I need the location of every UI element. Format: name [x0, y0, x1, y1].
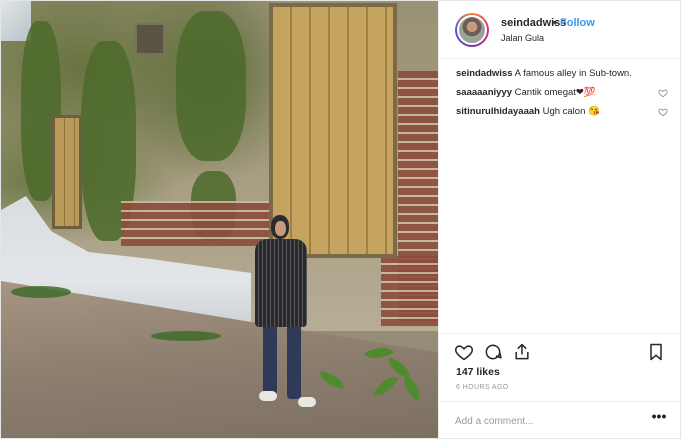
- follow-button[interactable]: Follow: [560, 17, 595, 29]
- comment-item: saaaaaniyyy Cantik omegat❤💯: [456, 87, 668, 99]
- comment-username[interactable]: sitinurulhidayaaah: [456, 106, 540, 117]
- photo-moss: [176, 11, 246, 161]
- more-options-icon[interactable]: •••: [649, 409, 669, 428]
- photo-person-body: [255, 239, 307, 327]
- heart-icon[interactable]: [658, 88, 668, 98]
- photo-person-face: [275, 221, 286, 236]
- share-icon[interactable]: [512, 342, 532, 362]
- photo-person-leg: [263, 323, 277, 395]
- likes-count[interactable]: 147 likes: [456, 366, 500, 378]
- post-photo[interactable]: [1, 1, 438, 438]
- photo-person-leg: [287, 323, 301, 399]
- photo-bricks: [121, 201, 271, 246]
- photo-large-wooden-window: [269, 3, 397, 258]
- comment-username[interactable]: saaaaaniyyy: [456, 87, 512, 98]
- heart-icon[interactable]: [658, 107, 668, 117]
- comment-text: Ugh calon 😘: [542, 106, 600, 117]
- photo-grass: [11, 286, 71, 298]
- comments-list: seindadwiss A famous alley in Sub-town. …: [456, 68, 668, 125]
- photo-person-shoe: [259, 391, 277, 401]
- comment-text: Cantik omegat❤💯: [514, 87, 596, 98]
- comment-item: sitinurulhidayaaah Ugh calon 😘: [456, 106, 668, 118]
- photo-bricks: [381, 256, 438, 326]
- post-header: seindadwiss • Follow Jalan Gula: [439, 1, 680, 59]
- caption-username[interactable]: seindadwiss: [456, 68, 513, 79]
- photo-grass: [151, 331, 221, 341]
- photo-small-wooden-window: [52, 115, 82, 229]
- location-link[interactable]: Jalan Gula: [501, 33, 544, 43]
- caption: seindadwiss A famous alley in Sub-town.: [456, 68, 668, 80]
- heart-icon[interactable]: [454, 342, 474, 362]
- photo-vent: [135, 23, 165, 55]
- action-bar: [439, 333, 680, 369]
- comment-input[interactable]: [455, 412, 635, 430]
- photo-person-shoe: [298, 397, 316, 407]
- bookmark-icon[interactable]: [646, 342, 666, 362]
- post-timestamp: 6 HOURS AGO: [456, 384, 509, 391]
- avatar[interactable]: [455, 13, 489, 47]
- instagram-post-modal: seindadwiss • Follow Jalan Gula seindadw…: [0, 0, 681, 439]
- caption-text: A famous alley in Sub-town.: [514, 68, 632, 79]
- post-side-panel: seindadwiss • Follow Jalan Gula seindadw…: [438, 1, 680, 438]
- comment-icon[interactable]: [483, 342, 503, 362]
- separator-dot: •: [553, 17, 557, 29]
- avatar-image: [457, 15, 487, 45]
- comment-bar: •••: [439, 401, 680, 438]
